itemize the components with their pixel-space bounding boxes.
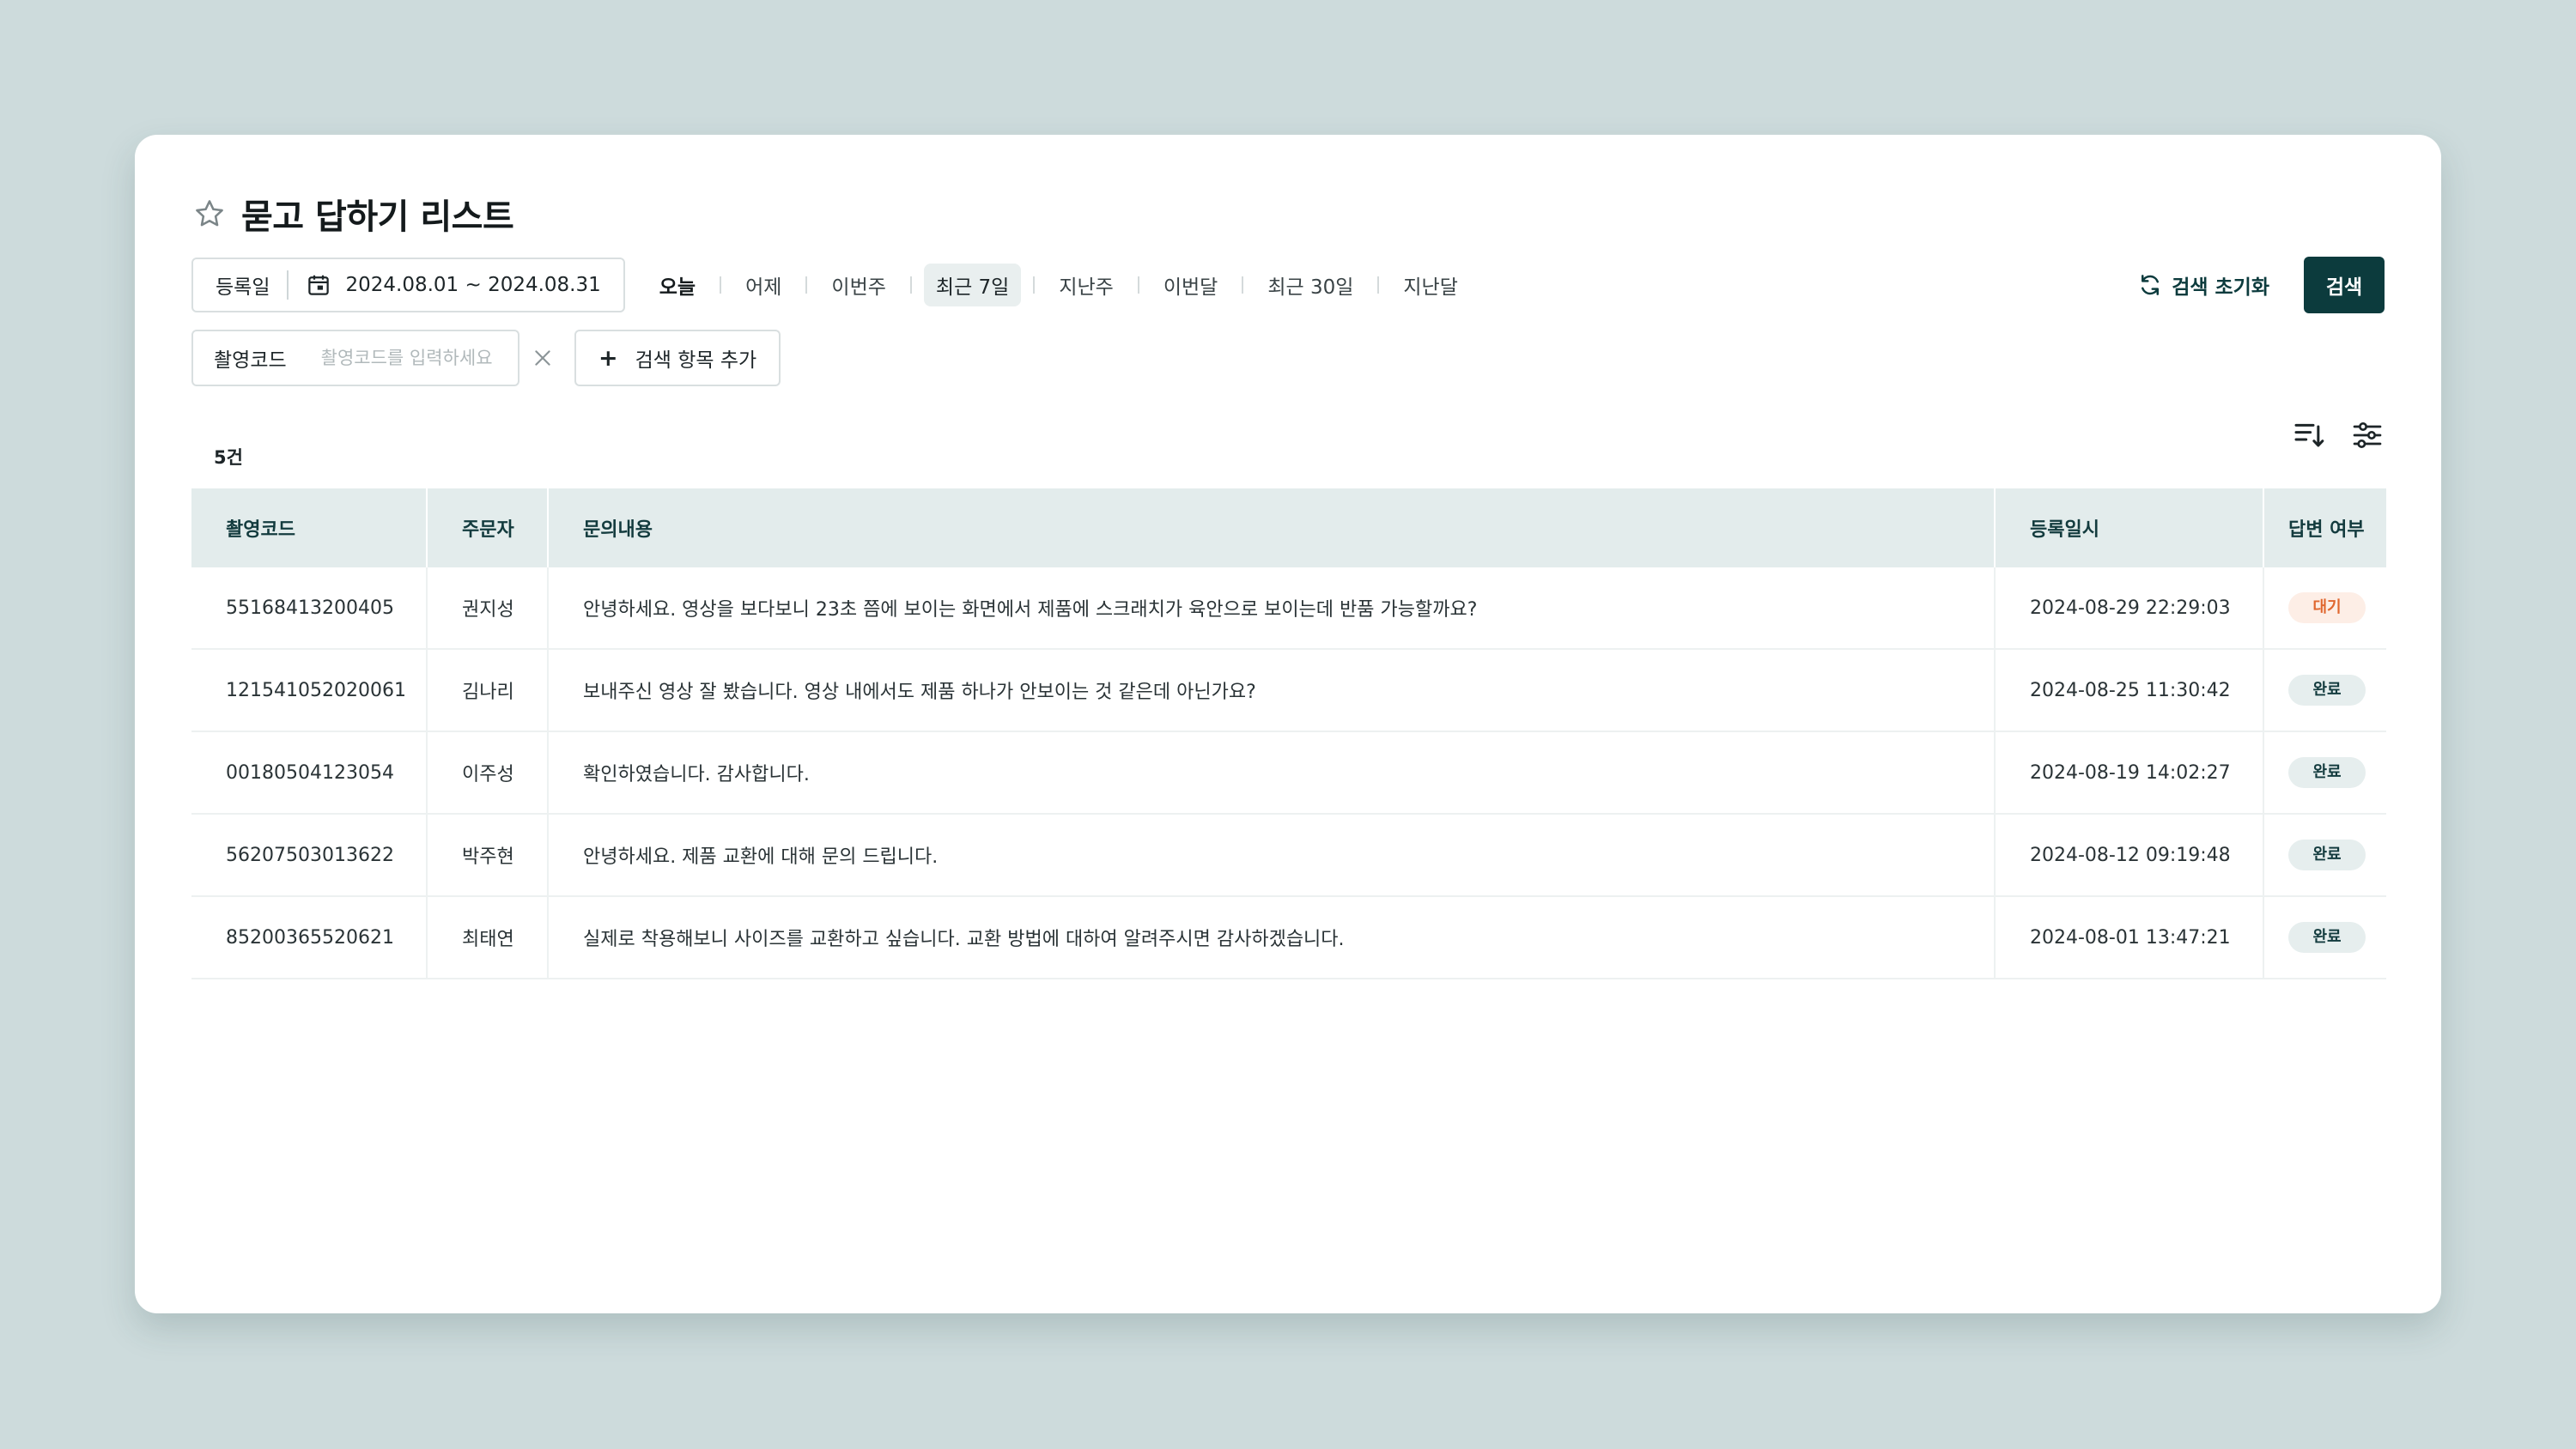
column-header-customer[interactable]: 주문자 xyxy=(427,488,549,567)
quick-range-option[interactable]: 오늘 xyxy=(647,264,708,306)
quick-range-group: 오늘 어제 이번주 최근 7일 지난주 이번달 최근 30일 지난달 xyxy=(647,264,1470,306)
search-button[interactable]: 검색 xyxy=(2304,257,2385,313)
quick-range-separator xyxy=(805,276,808,294)
cell-customer: 이주성 xyxy=(427,731,549,815)
table-body: 55168413200405 권지성 안녕하세요. 영상을 보다보니 23초 쯤에 … xyxy=(191,567,2386,979)
cell-code: 85200365520621 xyxy=(191,896,428,979)
sort-icon[interactable] xyxy=(2292,418,2326,452)
quick-range-option[interactable]: 지난주 xyxy=(1047,264,1125,306)
cell-content: 안녕하세요. 영상을 보다보니 23초 쯤에 보이는 화면에서 제품에 스크래치… xyxy=(548,567,1996,650)
cell-customer: 권지성 xyxy=(427,567,549,650)
cell-code: 00180504123054 xyxy=(191,731,428,815)
page-title: 묻고 답하기 리스트 xyxy=(241,197,514,237)
status-badge: 대기 xyxy=(2288,592,2366,623)
title-row: 묻고 답하기 리스트 xyxy=(193,185,514,243)
quick-range-separator xyxy=(720,276,722,294)
cell-status: 완료 xyxy=(2263,731,2386,815)
cell-date: 2024-08-12 09:19:48 xyxy=(1995,814,2264,897)
calendar-icon xyxy=(306,272,331,298)
cell-content: 보내주신 영상 잘 봤습니다. 영상 내에서도 제품 하나가 안보이는 것 같은… xyxy=(548,649,1996,732)
column-header-status[interactable]: 답변 여부 xyxy=(2263,488,2386,567)
status-badge: 완료 xyxy=(2288,757,2366,788)
reset-label: 검색 초기화 xyxy=(2172,276,2269,299)
qna-list-card: 묻고 답하기 리스트 등록일 2024.08.01 ~ 2024.08.31 오… xyxy=(135,135,2441,1313)
add-search-field-label: 검색 항목 추가 xyxy=(635,349,757,372)
date-range-value: 2024.08.01 ~ 2024.08.31 xyxy=(345,274,601,296)
add-search-field-button[interactable]: + 검색 항목 추가 xyxy=(574,330,781,386)
table-row[interactable]: 121541052020061 김나리 보내주신 영상 잘 봤습니다. 영상 내에서… xyxy=(191,649,2386,732)
code-filter: 촬영코드 xyxy=(191,330,519,386)
code-filter-label: 촬영코드 xyxy=(214,349,287,372)
plus-icon: + xyxy=(598,344,618,372)
cell-customer: 박주현 xyxy=(427,814,549,897)
column-header-content[interactable]: 문의내용 xyxy=(548,488,1996,567)
cell-content: 실제로 착용해보니 사이즈를 교환하고 싶습니다. 교환 방법에 대하여 알려주… xyxy=(548,896,1996,979)
cell-customer: 김나리 xyxy=(427,649,549,732)
quick-range-separator xyxy=(1033,276,1036,294)
cell-date: 2024-08-01 13:47:21 xyxy=(1995,896,2264,979)
list-tools xyxy=(2268,418,2385,452)
status-badge: 완료 xyxy=(2288,675,2366,706)
column-header-code[interactable]: 촬영코드 xyxy=(191,488,428,567)
cell-status: 완료 xyxy=(2263,896,2386,979)
status-badge: 완료 xyxy=(2288,922,2366,953)
quick-range-separator xyxy=(1242,276,1244,294)
code-filter-row: 촬영코드 + 검색 항목 추가 xyxy=(191,329,781,387)
cell-code: 56207503013622 xyxy=(191,814,428,897)
qna-table: 촬영코드 주문자 문의내용 등록일시 답변 여부 55168413200405 권… xyxy=(191,488,2386,979)
result-count: 5건 xyxy=(214,447,243,468)
cell-code: 121541052020061 xyxy=(191,649,428,732)
status-badge: 완료 xyxy=(2288,840,2366,870)
divider xyxy=(287,270,289,300)
cell-date: 2024-08-19 14:02:27 xyxy=(1995,731,2264,815)
filter-settings-icon[interactable] xyxy=(2350,418,2385,452)
quick-range-option[interactable]: 최근 7일 xyxy=(923,264,1022,306)
close-icon[interactable] xyxy=(532,347,554,369)
table-header-row: 촬영코드 주문자 문의내용 등록일시 답변 여부 xyxy=(191,488,2386,567)
date-range-picker[interactable]: 등록일 2024.08.01 ~ 2024.08.31 xyxy=(191,258,625,312)
cell-content: 확인하였습니다. 감사합니다. xyxy=(548,731,1996,815)
cell-content: 안녕하세요. 제품 교환에 대해 문의 드립니다. xyxy=(548,814,1996,897)
quick-range-option[interactable]: 이번주 xyxy=(819,264,897,306)
quick-range-separator xyxy=(1377,276,1380,294)
code-search-input[interactable] xyxy=(320,348,501,368)
refresh-icon xyxy=(2137,272,2163,298)
table-row[interactable]: 55168413200405 권지성 안녕하세요. 영상을 보다보니 23초 쯤에 … xyxy=(191,567,2386,650)
date-filter-label: 등록일 xyxy=(216,276,270,299)
cell-status: 대기 xyxy=(2263,567,2386,650)
column-header-date[interactable]: 등록일시 xyxy=(1995,488,2264,567)
date-filter-row: 등록일 2024.08.01 ~ 2024.08.31 오늘 어제 이번주 최근 7일… xyxy=(191,256,2385,314)
cell-customer: 최태연 xyxy=(427,896,549,979)
table-row[interactable]: 00180504123054 이주성 확인하였습니다. 감사합니다. 2024-08-… xyxy=(191,731,2386,815)
table-row[interactable]: 85200365520621 최태연 실제로 착용해보니 사이즈를 교환하고 싶습니… xyxy=(191,896,2386,979)
cell-code: 55168413200405 xyxy=(191,567,428,650)
quick-range-option[interactable]: 지난달 xyxy=(1391,264,1469,306)
cell-date: 2024-08-29 22:29:03 xyxy=(1995,567,2264,650)
quick-range-separator xyxy=(1137,276,1139,294)
quick-range-separator xyxy=(909,276,912,294)
reset-search-button[interactable]: 검색 초기화 xyxy=(2137,270,2269,300)
quick-range-option[interactable]: 어제 xyxy=(733,264,793,306)
cell-status: 완료 xyxy=(2263,814,2386,897)
quick-range-option[interactable]: 이번달 xyxy=(1151,264,1230,306)
cell-date: 2024-08-25 11:30:42 xyxy=(1995,649,2264,732)
star-icon[interactable] xyxy=(193,197,228,231)
quick-range-option[interactable]: 최근 30일 xyxy=(1255,264,1365,306)
table-row[interactable]: 56207503013622 박주현 안녕하세요. 제품 교환에 대해 문의 드립니… xyxy=(191,814,2386,897)
cell-status: 완료 xyxy=(2263,649,2386,732)
